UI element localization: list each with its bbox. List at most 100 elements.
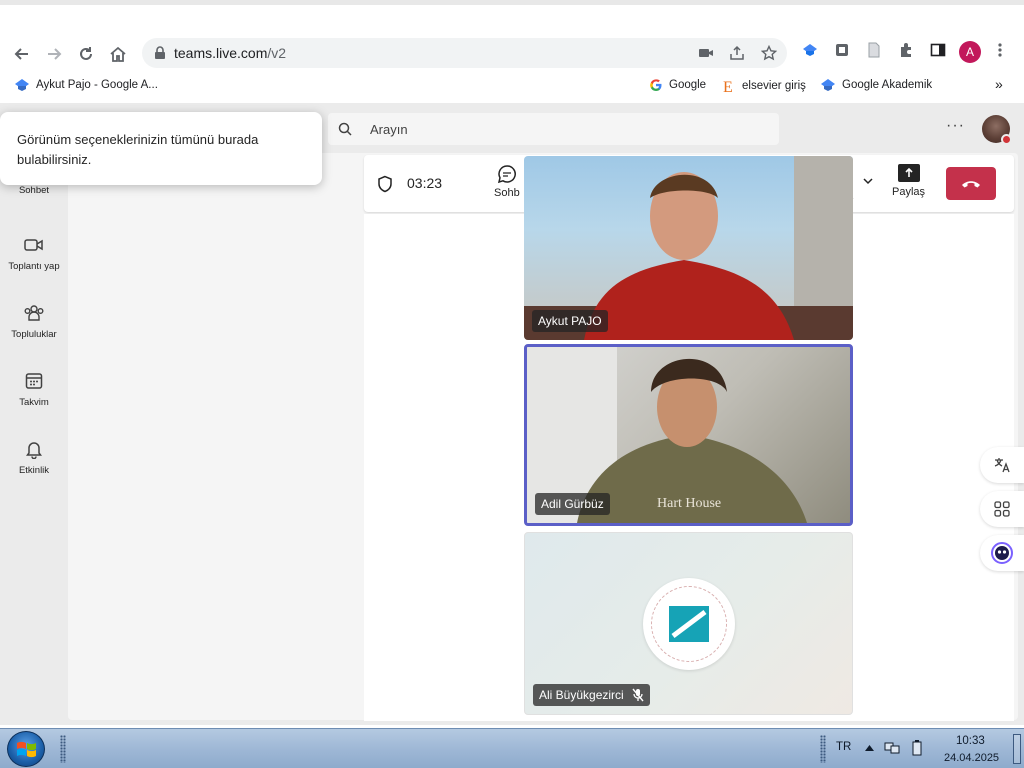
assistant-icon [991,542,1013,564]
extensions-puzzle-icon[interactable] [898,42,914,58]
chat-button-label: Sohb [494,187,520,199]
leave-call-button[interactable] [946,167,996,200]
participant-name-tag: Aykut PAJO [532,310,608,332]
browser-tab-strip [0,0,1024,36]
apps-button[interactable] [980,491,1024,527]
rail-item-label: Topluluklar [11,329,57,340]
more-options-button[interactable]: ··· [946,117,965,135]
video-camera-icon [24,239,43,251]
rail-item-calendar[interactable]: Takvim [0,371,68,408]
chat-icon [497,165,516,184]
share-button-label: Paylaş [892,186,926,198]
tray-expand-icon[interactable] [865,745,874,751]
bookmark-item[interactable]: Google Akademik [820,78,932,92]
start-button[interactable] [7,731,45,767]
user-avatar[interactable] [982,115,1012,145]
reload-button[interactable] [74,42,98,66]
address-bar[interactable]: teams.live.com/v2 [142,38,787,68]
participant-name-tag: Adil Gürbüz [535,493,610,515]
search-placeholder: Arayın [370,122,408,137]
translate-icon [994,458,1010,473]
network-icon[interactable] [884,741,900,755]
browser-menu-icon[interactable] [996,42,1004,58]
extension-office-icon[interactable] [834,42,850,58]
extension-scholar-icon[interactable] [802,42,818,58]
reload-icon [80,47,92,60]
svg-text:E: E [723,79,733,94]
bookmark-label: Aykut Pajo - Google A... [36,79,158,91]
taskbar-grip[interactable] [60,735,66,763]
clock-date[interactable]: 24.04.2025 [944,752,999,764]
profile-avatar[interactable]: A [959,41,981,63]
google-icon [650,79,662,91]
tray-grip[interactable] [820,735,826,763]
participant-name: Adil Gürbüz [541,497,604,511]
search-icon [338,122,352,136]
rail-item-meet[interactable]: Toplantı yap [0,235,68,272]
participant-name-tag: Ali Büyükgezirci [533,684,650,706]
svg-text:Hart House: Hart House [657,496,721,511]
bookmark-item[interactable]: Aykut Pajo - Google A... [14,78,158,92]
back-button[interactable] [10,42,34,66]
call-timer: 03:23 [407,175,443,191]
language-indicator[interactable]: TR [836,741,851,753]
participant-name: Ali Büyükgezirci [539,688,624,702]
home-button[interactable] [106,42,130,66]
share-page-icon[interactable] [729,45,745,61]
home-icon [110,46,126,62]
chevron-down-icon[interactable] [862,175,874,187]
more-bookmarks-button[interactable]: » [995,76,1003,92]
system-tray: TR 10:33 24.04.2025 [820,729,1024,768]
rail-item-communities[interactable]: Topluluklar [0,303,68,340]
bookmark-item[interactable]: E elsevier giriş [722,78,806,94]
scholar-icon [15,79,29,91]
chat-button[interactable]: Sohb [494,164,520,199]
translate-button[interactable] [980,447,1024,483]
rail-item-label: Takvim [19,397,49,408]
communities-icon [24,305,44,321]
extension-doc-icon[interactable] [866,42,882,58]
bell-icon [26,442,42,459]
shield-icon[interactable] [376,175,394,193]
participant-video-tile[interactable]: Hart House Adil Gürbüz [524,344,853,526]
arrow-right-icon [48,48,62,60]
forward-button[interactable] [42,42,66,66]
elsevier-icon: E [723,79,733,94]
show-desktop-button[interactable] [1013,734,1021,764]
hms-logo [669,606,709,642]
participant-tile[interactable]: Ali Büyükgezirci [524,532,853,715]
rail-item-label: Etkinlik [18,465,50,476]
bookmark-star-icon[interactable] [761,45,777,61]
search-box[interactable]: Arayın [328,113,779,145]
bookmark-label: Google [669,79,707,91]
participant-name: Aykut PAJO [538,314,602,328]
bookmark-item[interactable]: Google [649,78,706,92]
bookmarks-bar: Aykut Pajo - Google A... Google E elsevi… [0,72,1024,100]
url-path: /v2 [267,45,287,61]
rail-item-label: Toplantı yap [8,261,60,272]
bookmark-label: Google Akademik [842,79,933,91]
battery-icon[interactable] [912,740,922,756]
rail-item-label: Sohbet [18,185,50,196]
rail-item-activity[interactable]: Etkinlik [0,439,68,476]
app-rail: Sohbet Toplantı yap Topluluklar Takvim E… [0,103,68,725]
side-panel-icon[interactable] [930,42,946,58]
lock-icon [155,46,165,59]
view-options-tooltip: Görünüm seçeneklerinizin tümünü burada b… [0,112,322,185]
share-button[interactable]: Paylaş [892,164,925,198]
windows-logo-icon [17,741,36,758]
calendar-icon [25,373,43,389]
status-badge [1001,134,1012,145]
arrow-left-icon [14,48,28,60]
apps-grid-icon [994,501,1010,517]
camera-icon[interactable] [698,45,714,61]
participant-avatar [643,578,735,670]
hang-up-icon [962,180,980,187]
clock-time[interactable]: 10:33 [956,735,985,747]
assistant-button[interactable] [980,535,1024,571]
participant-video-tile[interactable]: Aykut PAJO [524,156,853,340]
share-screen-icon [897,164,920,182]
scholar-icon [821,79,835,91]
taskbar: TR 10:33 24.04.2025 [0,728,1024,768]
mic-off-icon [632,688,644,702]
